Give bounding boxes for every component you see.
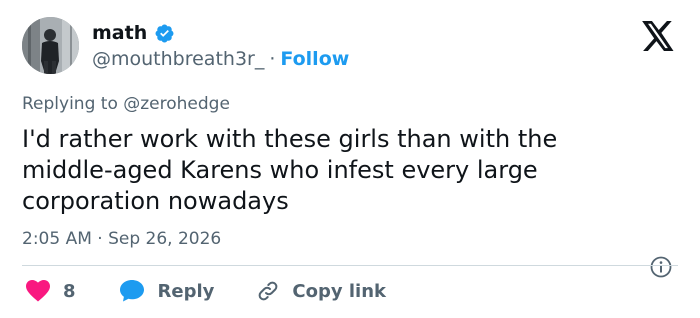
author-handle[interactable]: @mouthbreath3r_ (92, 48, 264, 70)
author-handle-row: @mouthbreath3r_ · Follow (92, 48, 349, 70)
replying-to-prefix: Replying to (22, 94, 118, 114)
divider (22, 265, 678, 266)
tweet-timestamp[interactable]: 2:05 AM · Sep 26, 2026 (22, 229, 221, 249)
heart-icon (26, 280, 50, 302)
like-count: 8 (63, 280, 76, 302)
author-name-row: math (92, 22, 175, 44)
action-bar: 8 Reply Copy link (26, 277, 386, 305)
reply-button[interactable]: Reply (106, 280, 215, 302)
avatar[interactable] (22, 17, 79, 74)
separator-dot: · (269, 48, 276, 70)
replying-to-mention[interactable]: @zerohedge (123, 94, 230, 114)
author-name[interactable]: math (92, 22, 147, 44)
link-icon (256, 279, 280, 303)
replying-to-line: Replying to @zerohedge (22, 94, 230, 114)
copy-link-button[interactable]: Copy link (244, 279, 386, 303)
reply-bubble-icon (119, 280, 144, 302)
tweet-text: I'd rather work with these girls than wi… (22, 125, 558, 215)
reply-label: Reply (157, 280, 215, 302)
x-logo-icon[interactable] (642, 21, 675, 51)
copy-link-label: Copy link (292, 280, 386, 302)
like-button[interactable]: 8 (26, 280, 76, 302)
follow-button[interactable]: Follow (280, 48, 349, 70)
verified-badge-icon (154, 23, 175, 44)
info-icon[interactable] (650, 256, 672, 278)
